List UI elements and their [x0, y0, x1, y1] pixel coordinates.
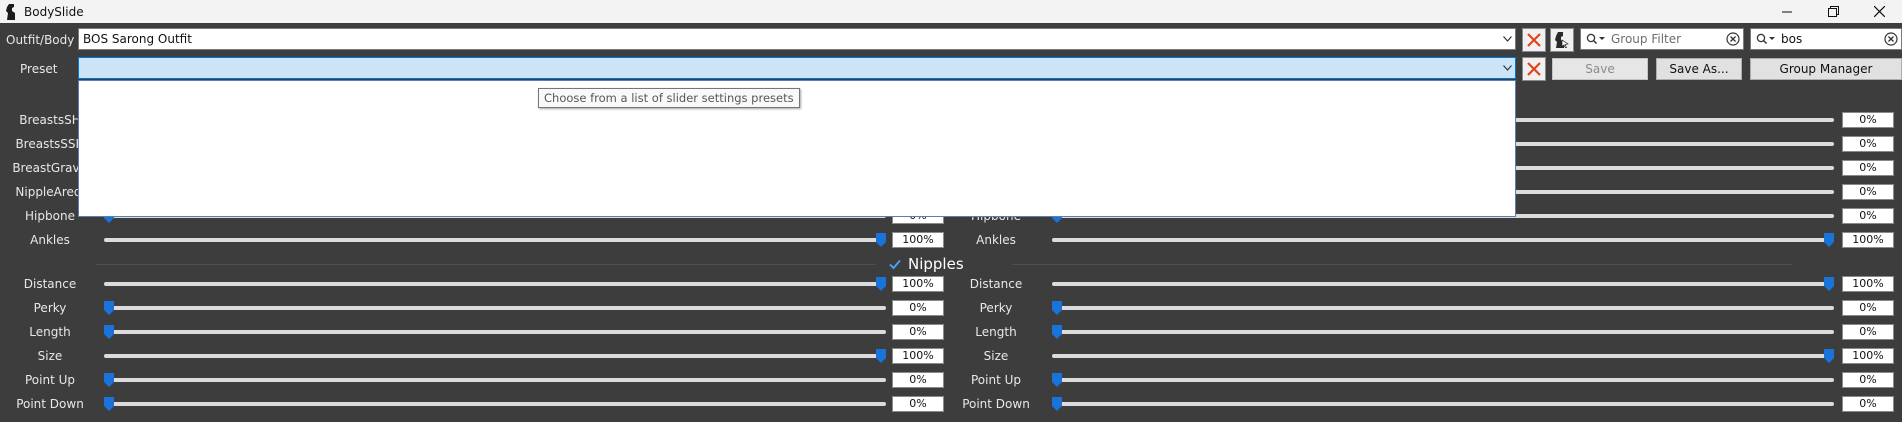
slider-thumb-left[interactable]: [876, 277, 886, 291]
close-x-icon: [1527, 33, 1541, 47]
slider-thumb-right[interactable]: [1824, 349, 1834, 363]
slider-value-right[interactable]: 100%: [1842, 276, 1894, 292]
slider-value-right[interactable]: 0%: [1842, 372, 1894, 388]
slider-thumb-left[interactable]: [876, 233, 886, 247]
slider-value-right[interactable]: 100%: [1842, 232, 1894, 248]
slider-value-right[interactable]: 0%: [1842, 160, 1894, 176]
slider-track-right[interactable]: [1052, 306, 1834, 310]
save-button[interactable]: Save: [1552, 58, 1648, 80]
slider-value-left[interactable]: 0%: [892, 372, 944, 388]
slider-track-right[interactable]: [1052, 378, 1834, 382]
slider-track-left[interactable]: [104, 402, 886, 406]
slider-track-left[interactable]: [104, 306, 886, 310]
slider-thumb-right[interactable]: [1052, 373, 1062, 387]
slider-track-right[interactable]: [1052, 354, 1834, 358]
slider-track-right[interactable]: [1052, 282, 1834, 286]
search-icon: [1751, 33, 1781, 45]
group-filter-search[interactable]: Group Filter: [1580, 28, 1744, 50]
batch-build-button[interactable]: [1550, 28, 1574, 52]
slider-track-right[interactable]: [1052, 238, 1834, 242]
slider-value-left[interactable]: 0%: [892, 324, 944, 340]
group-filter-placeholder: Group Filter: [1611, 32, 1682, 46]
slider-label-left: Perky: [33, 301, 67, 315]
slider-label-left: Ankles: [30, 233, 70, 247]
preset-label: Preset: [20, 62, 58, 76]
slider-value-right[interactable]: 0%: [1842, 324, 1894, 340]
delete-preset-button[interactable]: [1522, 57, 1546, 81]
slider-label-right: Size: [983, 349, 1009, 363]
slider-thumb-right[interactable]: [1824, 277, 1834, 291]
outfit-body-dropdown[interactable]: BOS Sarong Outfit: [78, 28, 1516, 50]
restore-icon[interactable]: [1810, 0, 1856, 23]
slider-label-right: Perky: [979, 301, 1013, 315]
slider-thumb-left[interactable]: [104, 301, 114, 315]
slider-label-left: Length: [29, 325, 71, 339]
slider-value-left[interactable]: 100%: [892, 232, 944, 248]
save-as-button[interactable]: Save As...: [1656, 58, 1742, 80]
chevron-down-icon: [1499, 65, 1515, 71]
slider-value-left[interactable]: 0%: [892, 300, 944, 316]
close-x-icon: [1527, 62, 1541, 76]
slider-thumb-right[interactable]: [1824, 233, 1834, 247]
slider-label-right: Distance: [969, 277, 1023, 291]
slider-value-left[interactable]: 0%: [892, 396, 944, 412]
slider-track-left[interactable]: [104, 282, 886, 286]
slider-thumb-left[interactable]: [104, 373, 114, 387]
slider-value-right[interactable]: 0%: [1842, 184, 1894, 200]
checkbox-checked-icon[interactable]: [888, 257, 902, 271]
group-manager-button[interactable]: Group Manager: [1750, 58, 1902, 80]
slider-label-left: Point Down: [16, 397, 84, 411]
slider-value-right[interactable]: 0%: [1842, 396, 1894, 412]
section-separator: [1012, 264, 1792, 265]
slider-label-right: Length: [975, 325, 1017, 339]
clear-search-icon[interactable]: [1723, 32, 1743, 46]
bodyslide-app-icon: [4, 3, 18, 21]
preset-tooltip: Choose from a list of slider settings pr…: [538, 88, 800, 108]
slider-label-right: Point Down: [962, 397, 1030, 411]
slider-value-right[interactable]: 0%: [1842, 112, 1894, 128]
search-icon: [1581, 33, 1611, 45]
slider-value-right[interactable]: 0%: [1842, 208, 1894, 224]
slider-label-right: Point Up: [970, 373, 1021, 387]
slider-track-left[interactable]: [104, 330, 886, 334]
slider-thumb-left[interactable]: [876, 349, 886, 363]
slider-track-left[interactable]: [104, 238, 886, 242]
slider-thumb-right[interactable]: [1052, 397, 1062, 411]
slider-thumb-right[interactable]: [1052, 325, 1062, 339]
slider-track-right[interactable]: [1052, 330, 1834, 334]
slider-label-right: Ankles: [976, 233, 1016, 247]
chevron-down-icon: [1499, 36, 1515, 42]
slider-value-right[interactable]: 100%: [1842, 348, 1894, 364]
clear-outfit-button[interactable]: [1522, 28, 1546, 52]
title-bar: BodySlide: [0, 0, 1902, 23]
window-title: BodySlide: [24, 4, 84, 19]
slider-track-left[interactable]: [104, 378, 886, 382]
slider-label-left: Distance: [23, 277, 77, 291]
slider-label-left: Point Up: [24, 373, 75, 387]
section-title: Nipples: [908, 255, 964, 273]
figure-cursor-icon: [1555, 32, 1569, 48]
minimize-icon[interactable]: [1764, 0, 1810, 23]
section-separator: [96, 264, 876, 265]
clear-search-icon[interactable]: [1881, 32, 1901, 46]
close-window-icon[interactable]: [1856, 0, 1902, 23]
outfit-filter-search[interactable]: bos: [1750, 28, 1902, 50]
nipples-section-header[interactable]: Nipples: [888, 255, 964, 273]
slider-thumb-right[interactable]: [1052, 301, 1062, 315]
slider-thumb-left[interactable]: [104, 397, 114, 411]
outfit-filter-value: bos: [1781, 32, 1803, 46]
slider-thumb-left[interactable]: [104, 325, 114, 339]
slider-track-left[interactable]: [104, 354, 886, 358]
slider-value-right[interactable]: 0%: [1842, 136, 1894, 152]
outfit-body-value: BOS Sarong Outfit: [83, 32, 192, 46]
preset-dropdown[interactable]: [78, 57, 1516, 79]
slider-track-right[interactable]: [1052, 402, 1834, 406]
outfit-body-label: Outfit/Body: [6, 33, 75, 47]
slider-value-left[interactable]: 100%: [892, 276, 944, 292]
slider-label-left: Size: [37, 349, 63, 363]
slider-value-right[interactable]: 0%: [1842, 300, 1894, 316]
slider-value-left[interactable]: 100%: [892, 348, 944, 364]
